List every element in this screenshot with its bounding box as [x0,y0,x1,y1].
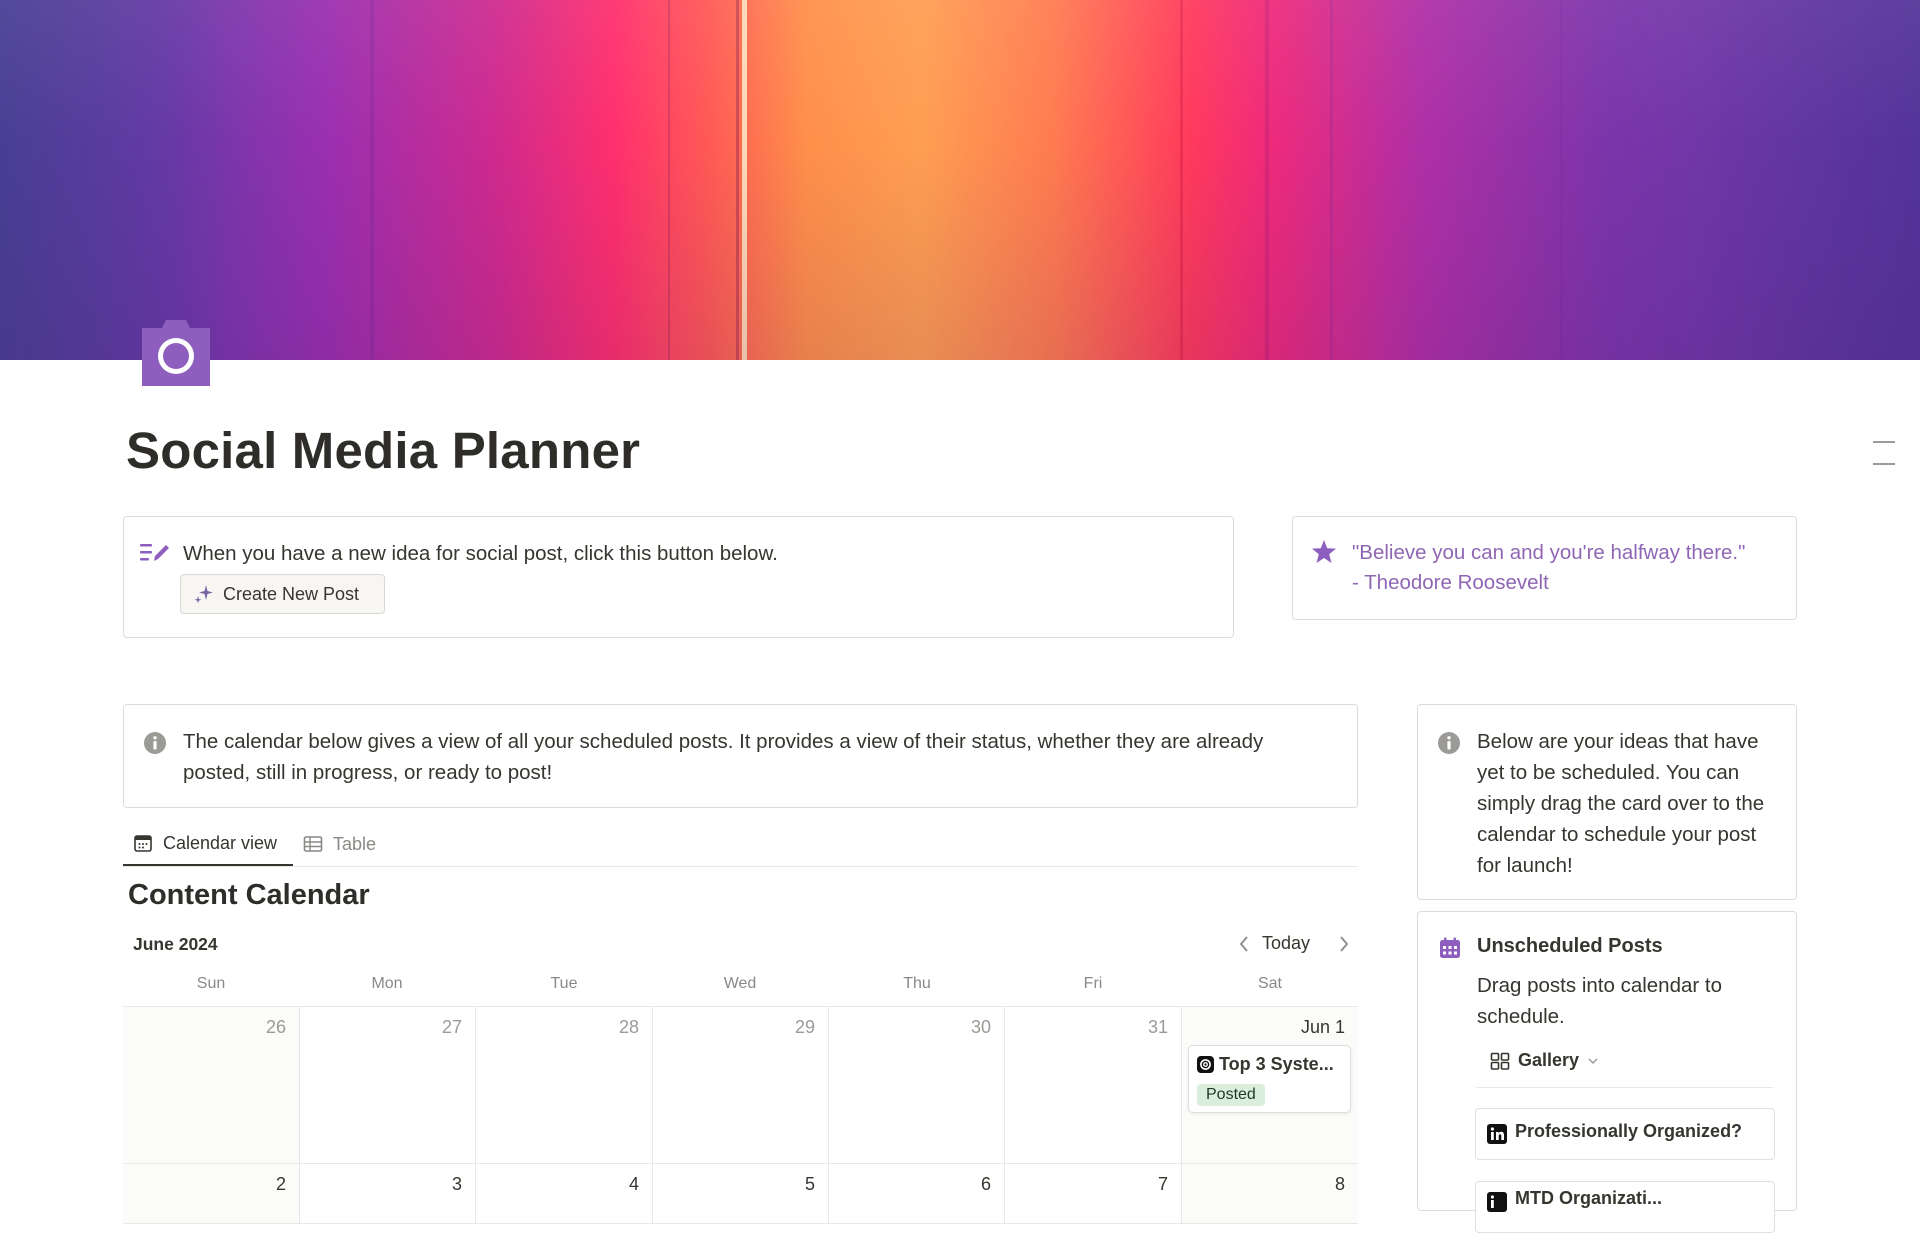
calendar-info-text: The calendar below gives a view of all y… [183,730,1264,784]
gallery-icon [1490,1051,1510,1071]
gallery-view-selector[interactable]: Gallery [1490,1050,1599,1071]
pencil-lines-icon [140,542,170,569]
status-badge: Posted [1197,1084,1265,1106]
calendar-day-cell[interactable]: 27 [300,1007,476,1164]
calendar-day-cell[interactable]: 4 [476,1164,653,1224]
page-cover [0,0,1920,360]
view-tabs: Calendar view Table [123,822,1358,867]
calendar-day-cell[interactable]: 5 [653,1164,829,1224]
next-month-button[interactable] [1335,932,1353,956]
day-number: 30 [970,1017,991,1037]
calendar-grid: 26 27 28 29 30 31 Jun 1 2 3 4 5 6 7 8 [123,1006,1358,1224]
calendar-day-cell[interactable]: 2 [123,1164,300,1224]
day-number: Jun 1 [1300,1017,1345,1037]
calendar-day-cell[interactable]: 30 [829,1007,1005,1164]
weekday-sat: Sat [1257,975,1282,992]
calendar-day-cell[interactable]: 28 [476,1007,653,1164]
day-number: 6 [980,1174,991,1194]
unscheduled-posts-subtitle: Drag posts into calendar to schedule. [1477,974,1722,1028]
day-number: 4 [628,1174,639,1194]
weekday-fri: Fri [1083,975,1103,992]
unscheduled-info-callout: Below are your ideas that have yet to be… [1417,704,1797,900]
day-number: 3 [451,1174,462,1194]
tab-table[interactable]: Table [303,822,376,866]
gallery-card[interactable]: Professionally Organized? [1475,1108,1775,1160]
info-icon [1437,731,1461,760]
weekday-thu: Thu [903,975,931,992]
create-new-post-label: Create New Post [223,583,360,604]
info-icon [143,731,167,760]
calendar-day-cell[interactable]: 8 [1182,1164,1358,1224]
calendar-day-cell[interactable]: 6 [829,1164,1005,1224]
day-number: 26 [265,1017,286,1037]
camera-icon[interactable] [138,318,214,388]
quote-text: "Believe you can and you're halfway ther… [1352,541,1746,594]
page-title: Social Media Planner [126,422,641,479]
unscheduled-posts-title[interactable]: Unscheduled Posts [1477,935,1663,958]
day-number: 31 [1147,1017,1168,1037]
day-number: 28 [618,1017,639,1037]
sparkle-icon [193,583,215,605]
gallery-view-label: Gallery [1518,1050,1580,1070]
calendar-day-cell[interactable]: 31 [1005,1007,1182,1164]
calendar-day-cell[interactable]: 29 [653,1007,829,1164]
weekday-sun: Sun [196,975,226,992]
database-title[interactable]: Content Calendar [128,879,370,912]
gallery-card[interactable]: MTD Organizati... [1475,1181,1775,1233]
gallery-card-title: Professionally Organized? [1515,1121,1743,1141]
day-number: 8 [1334,1174,1345,1194]
linkedin-icon [1487,1124,1507,1144]
calendar-day-cell[interactable]: 3 [300,1164,476,1224]
calendar-icon [133,833,153,853]
day-number: 5 [804,1174,815,1194]
weekday-mon: Mon [371,975,403,992]
chevron-left-icon [1235,932,1253,956]
weekday-wed: Wed [723,975,757,992]
table-icon [303,834,323,854]
tab-table-label: Table [333,833,377,854]
calendar-info-callout: The calendar below gives a view of all y… [123,704,1358,808]
unscheduled-info-text: Below are your ideas that have yet to be… [1477,730,1765,877]
quote-callout: "Believe you can and you're halfway ther… [1292,516,1797,620]
table-of-contents-toggle[interactable] [1873,441,1895,467]
day-number: 29 [794,1017,815,1037]
idea-callout-text: When you have a new idea for social post… [183,542,778,565]
day-number: 7 [1157,1174,1168,1194]
linkedin-icon [1487,1192,1507,1212]
tab-calendar-view[interactable]: Calendar view [123,822,293,866]
calendar-month-label: June 2024 [133,934,218,954]
day-number: 2 [275,1174,286,1194]
day-number: 27 [441,1017,462,1037]
weekday-tue: Tue [550,975,578,992]
calendar-day-cell[interactable]: 26 [123,1007,300,1164]
calendar-icon [1438,936,1462,960]
previous-month-button[interactable] [1235,932,1253,956]
calendar-day-cell[interactable]: 7 [1005,1164,1182,1224]
divider [1476,1087,1773,1088]
threads-icon [1197,1056,1214,1073]
event-title: Top 3 Syste... [1219,1054,1334,1074]
chevron-down-icon [1587,1055,1599,1067]
tab-calendar-view-label: Calendar view [163,832,278,853]
today-button[interactable]: Today [1262,933,1310,954]
star-icon [1311,539,1337,570]
create-new-post-button[interactable]: Create New Post [180,574,385,614]
chevron-right-icon [1335,932,1353,956]
calendar-event-card[interactable]: Top 3 Syste... Posted [1188,1045,1351,1113]
